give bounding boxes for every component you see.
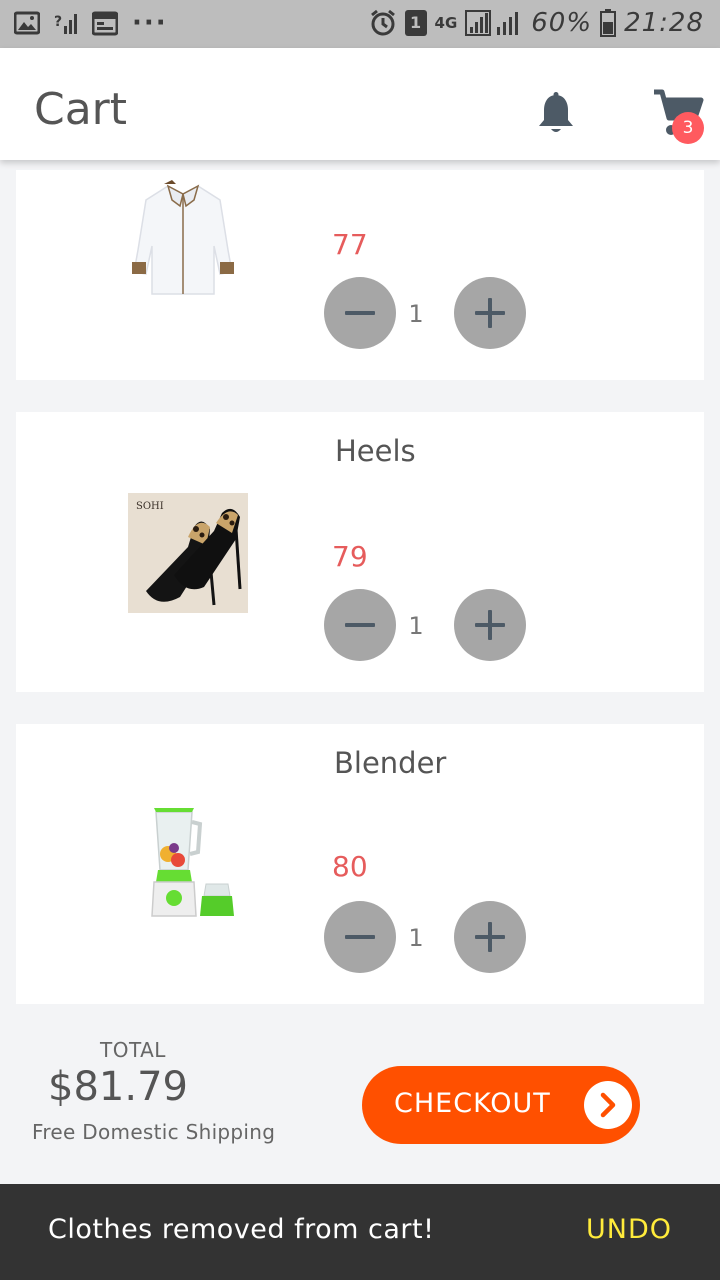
minus-icon [345, 311, 375, 315]
total-amount: $81.79 [48, 1064, 188, 1110]
page-title: Cart [34, 84, 128, 135]
cart-item-card: Heels SOHI 79 1 [16, 412, 704, 692]
item-name: Blender [334, 746, 447, 780]
item-name: Heels [335, 434, 416, 468]
decrease-quantity-button[interactable] [324, 901, 396, 973]
increase-quantity-button[interactable] [454, 589, 526, 661]
minus-icon [345, 623, 375, 627]
battery-icon [600, 9, 617, 37]
increase-quantity-button[interactable] [454, 901, 526, 973]
increase-quantity-button[interactable] [454, 277, 526, 349]
item-price: 77 [332, 228, 368, 261]
clock: 21:28 [624, 8, 704, 38]
more-notifications-icon: ··· [132, 8, 168, 38]
item-quantity: 1 [408, 612, 424, 640]
no-signal-icon: ? [54, 14, 77, 34]
status-bar: ? ··· 1 4G 60% 21:28 [0, 0, 720, 48]
svg-text:?: ? [54, 14, 62, 30]
app-bar: Cart [0, 48, 720, 160]
product-image-blender [151, 808, 234, 917]
shipping-note: Free Domestic Shipping [32, 1120, 276, 1144]
item-price: 79 [332, 540, 368, 573]
cart-item-card: 77 1 [16, 170, 704, 380]
notifications-bell-icon[interactable] [536, 92, 576, 136]
product-image-heels: SOHI [128, 493, 248, 613]
network-type-label: 4G [434, 14, 458, 32]
checkout-button[interactable]: CHECKOUT [362, 1066, 640, 1144]
item-price: 80 [332, 850, 368, 883]
sim-icon: 1 [404, 10, 427, 36]
chevron-right-icon [584, 1081, 632, 1129]
checkout-label: CHECKOUT [394, 1088, 551, 1119]
item-quantity: 1 [408, 300, 424, 328]
calendar-icon [92, 11, 118, 36]
total-label: TOTAL [100, 1038, 166, 1062]
snackbar-message: Clothes removed from cart! [48, 1214, 435, 1245]
gallery-icon [14, 11, 40, 35]
snackbar: Clothes removed from cart! UNDO [0, 1184, 720, 1280]
svg-text:SOHI: SOHI [136, 501, 164, 512]
undo-button[interactable]: UNDO [586, 1214, 672, 1245]
alarm-icon [370, 9, 395, 36]
product-image-shirt [132, 180, 234, 295]
item-quantity: 1 [408, 924, 424, 952]
minus-icon [345, 935, 375, 939]
cart-count-badge: 3 [672, 112, 704, 144]
decrease-quantity-button[interactable] [324, 589, 396, 661]
cart-item-card: Blender 80 1 [16, 724, 704, 1004]
battery-percent: 60% [531, 8, 593, 38]
signal-strength-icon [465, 10, 519, 36]
decrease-quantity-button[interactable] [324, 277, 396, 349]
